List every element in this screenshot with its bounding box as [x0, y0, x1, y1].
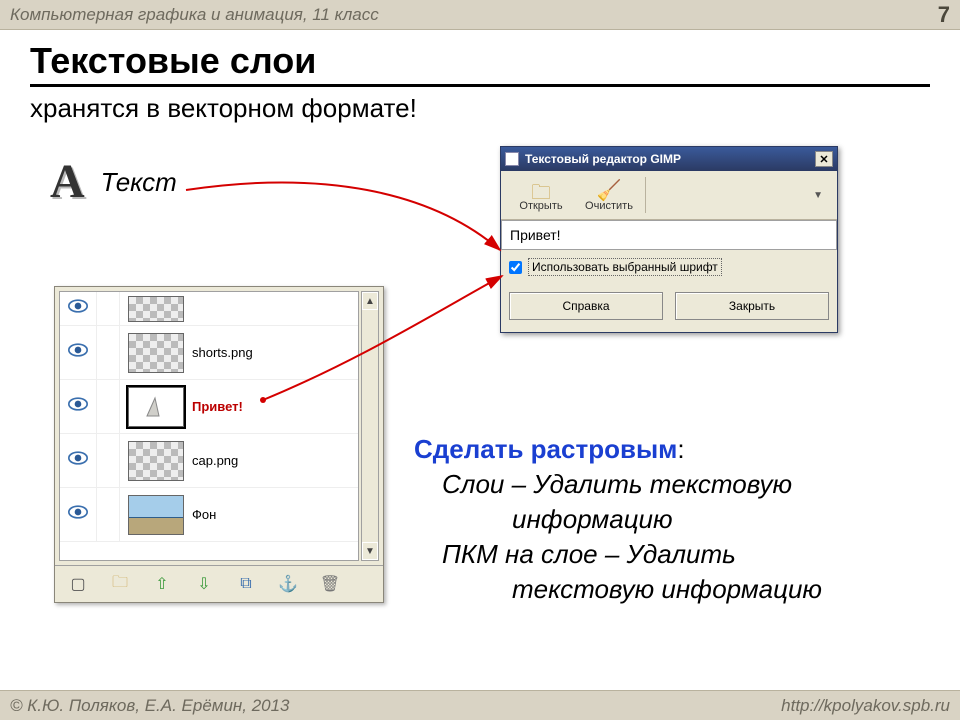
duplicate-icon[interactable]: ⧉ — [229, 572, 263, 596]
dialog-titlebar[interactable]: Текстовый редактор GIMP ✕ — [501, 147, 837, 171]
copyright: © К.Ю. Поляков, Е.А. Ерёмин, 2013 — [10, 696, 290, 716]
app-icon — [505, 152, 519, 166]
text-tool-label: Текст — [101, 167, 177, 198]
chevron-down-icon[interactable]: ▼ — [813, 190, 829, 201]
eye-icon[interactable] — [60, 505, 96, 524]
dialog-buttons: Справка Закрыть — [501, 284, 837, 332]
trash-icon[interactable]: 🗑 — [313, 572, 347, 596]
eye-icon[interactable] — [60, 451, 96, 470]
instr-line: информацию — [512, 504, 673, 534]
folder-open-icon: 🗀 — [531, 178, 551, 200]
dialog-title: Текстовый редактор GIMP — [525, 152, 681, 166]
scrollbar[interactable]: ▲ ▼ — [361, 291, 379, 561]
arrow-down-icon[interactable]: ⇩ — [187, 572, 221, 596]
course-title: Компьютерная графика и анимация, 11 клас… — [10, 5, 379, 25]
close-icon[interactable]: ✕ — [815, 151, 833, 167]
open-button[interactable]: 🗀 Открыть — [509, 178, 573, 212]
use-font-checkbox[interactable]: Использовать выбранный шрифт — [509, 258, 829, 276]
layers-panel: shorts.png Привет! cap.png Фон ▲ ▼ ▢ 🗀 ⇧… — [54, 286, 384, 603]
instr-header: Сделать растровым — [414, 434, 677, 464]
instr-line: Слои – Удалить текстовую — [442, 469, 792, 499]
clear-button[interactable]: 🧹 Очистить — [577, 178, 641, 212]
layers-toolbar: ▢ 🗀 ⇧ ⇩ ⧉ ⚓ 🗑 — [55, 565, 383, 602]
layer-thumb-selected[interactable] — [128, 387, 184, 427]
link-col[interactable] — [96, 434, 120, 487]
layer-thumb[interactable] — [128, 495, 184, 535]
scroll-down-icon[interactable]: ▼ — [362, 542, 378, 560]
editor-textarea[interactable]: Привет! — [501, 220, 837, 250]
slide-title: Текстовые слои — [0, 30, 960, 82]
folder-icon[interactable]: 🗀 — [103, 572, 137, 596]
text-tool: A Текст — [50, 158, 177, 206]
link-col[interactable] — [96, 380, 120, 433]
eye-icon[interactable] — [60, 343, 96, 362]
slide-header: Компьютерная графика и анимация, 11 клас… — [0, 0, 960, 30]
layer-name: Привет! — [192, 399, 358, 414]
layer-row[interactable]: Фон — [60, 488, 358, 542]
footer-url: http://kpolyakov.spb.ru — [781, 696, 950, 716]
instr-line: ПКМ на слое – Удалить — [442, 539, 736, 569]
layer-row[interactable]: shorts.png — [60, 326, 358, 380]
layer-row[interactable]: cap.png — [60, 434, 358, 488]
instr-line: текстовую информацию — [512, 574, 822, 604]
scroll-up-icon[interactable]: ▲ — [362, 292, 378, 310]
layer-name: cap.png — [192, 453, 358, 468]
close-button[interactable]: Закрыть — [675, 292, 829, 320]
instructions: Сделать растровым: Слои – Удалить тексто… — [414, 432, 822, 607]
layer-name: Фон — [192, 507, 358, 522]
layer-thumb[interactable] — [128, 333, 184, 373]
slide-footer: © К.Ю. Поляков, Е.А. Ерёмин, 2013 http:/… — [0, 690, 960, 720]
layer-name: shorts.png — [192, 345, 358, 360]
layer-row[interactable] — [60, 292, 358, 326]
link-col[interactable] — [96, 326, 120, 379]
layer-thumb[interactable] — [128, 296, 184, 322]
clear-label: Очистить — [585, 200, 633, 212]
layers-list: shorts.png Привет! cap.png Фон — [59, 291, 359, 561]
anchor-icon[interactable]: ⚓ — [271, 572, 305, 596]
layer-row[interactable]: Привет! — [60, 380, 358, 434]
open-label: Открыть — [519, 200, 562, 212]
checkbox-icon[interactable] — [509, 261, 522, 274]
arrow-up-icon[interactable]: ⇧ — [145, 572, 179, 596]
use-font-label: Использовать выбранный шрифт — [528, 258, 722, 276]
eye-icon[interactable] — [60, 299, 96, 318]
page-number: 7 — [938, 2, 950, 28]
link-col[interactable] — [96, 292, 120, 325]
text-tool-icon: A — [50, 158, 85, 206]
layer-thumb[interactable] — [128, 441, 184, 481]
broom-icon: 🧹 — [597, 178, 622, 200]
help-button[interactable]: Справка — [509, 292, 663, 320]
toolbar-divider — [645, 177, 646, 213]
editor-options: Использовать выбранный шрифт — [501, 250, 837, 284]
link-col[interactable] — [96, 488, 120, 541]
new-layer-icon[interactable]: ▢ — [61, 572, 95, 596]
eye-icon[interactable] — [60, 397, 96, 416]
editor-toolbar: 🗀 Открыть 🧹 Очистить ▼ — [501, 171, 837, 220]
slide-subtitle: хранятся в векторном формате! — [0, 87, 960, 124]
text-editor-dialog: Текстовый редактор GIMP ✕ 🗀 Открыть 🧹 Оч… — [500, 146, 838, 333]
